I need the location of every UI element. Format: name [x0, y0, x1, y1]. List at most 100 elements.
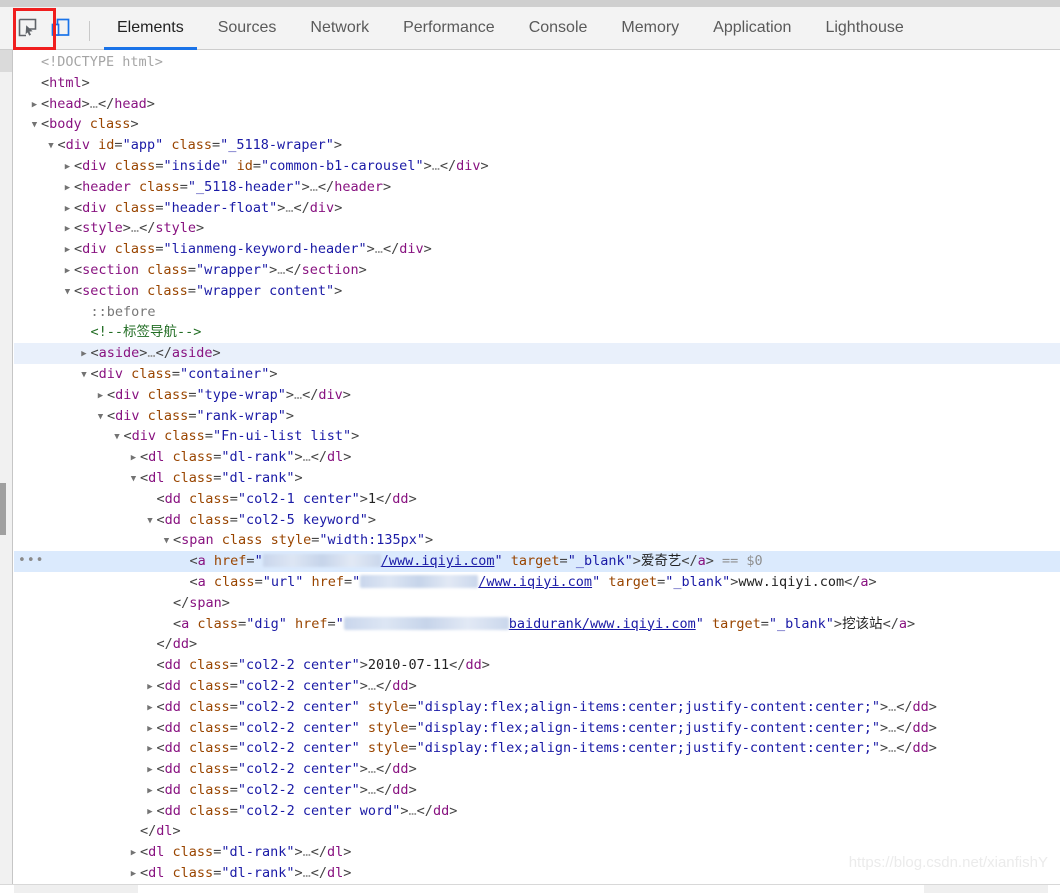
dom-token-punct: < — [189, 553, 198, 570]
expand-triangle-icon[interactable]: ▶ — [127, 864, 140, 884]
collapse-triangle-icon[interactable]: ▼ — [28, 115, 41, 136]
expand-triangle-icon[interactable]: ▶ — [61, 178, 74, 199]
tab-lighthouse[interactable]: Lighthouse — [808, 6, 920, 50]
tab-elements[interactable]: Elements — [100, 6, 201, 50]
expand-triangle-icon[interactable]: ▶ — [61, 240, 74, 261]
dom-node-row[interactable]: ▼ <dl class="dl-rank"> — [14, 468, 1060, 489]
collapse-triangle-icon[interactable]: ▼ — [160, 531, 173, 552]
dom-node-row[interactable]: ▼ <span class style="width:135px"> — [14, 530, 1060, 551]
dom-node-row[interactable]: ▶ <head>…</head> — [14, 94, 1060, 115]
dom-node-row[interactable]: ▶ <dd class="col2-2 center" style="displa… — [14, 738, 1060, 759]
expand-triangle-icon[interactable]: ▶ — [127, 843, 140, 864]
expand-triangle-icon[interactable]: ▶ — [144, 677, 157, 698]
dom-node-row[interactable]: ▶ <div class="lianmeng-keyword-header">…<… — [14, 239, 1060, 260]
dom-node-row[interactable]: ▼ <div class="Fn-ui-list list"> — [14, 426, 1060, 447]
dom-node-row[interactable]: ▼ <section class="wrapper content"> — [14, 281, 1060, 302]
expand-triangle-icon[interactable]: ▶ — [144, 760, 157, 781]
expand-triangle-icon[interactable]: ▶ — [61, 261, 74, 282]
expand-triangle-icon[interactable]: ▶ — [28, 95, 41, 116]
dom-node-row[interactable]: ▶ <dd class="col2-2 center word">…</dd> — [14, 801, 1060, 822]
dom-token-punct: > — [868, 573, 877, 590]
expand-triangle-icon[interactable]: ▶ — [144, 739, 157, 760]
expand-triangle-icon[interactable]: ▶ — [144, 719, 157, 740]
dom-node-row[interactable]: ▶<!DOCTYPE html> — [14, 52, 1060, 73]
dom-node-row[interactable]: •••▶<a href="/www.iqiyi.com" target="_bl… — [14, 551, 1060, 572]
dom-token-tag: dd — [164, 761, 181, 778]
dom-node-row[interactable]: ▶ <div class="header-float">…</div> — [14, 198, 1060, 219]
expand-triangle-icon[interactable]: ▶ — [94, 386, 107, 407]
expand-triangle-icon[interactable]: ▶ — [61, 199, 74, 220]
dom-node-row[interactable]: ▶ <dl class="dl-rank">…</dl> — [14, 863, 1060, 884]
horizontal-scrollbar-thumb[interactable] — [14, 885, 138, 893]
expand-triangle-icon[interactable]: ▶ — [61, 219, 74, 240]
dom-node-row[interactable]: ▶ <dd class="col2-2 center">…</dd> — [14, 759, 1060, 780]
dom-node-row[interactable]: ▶ <dd class="col2-2 center" style="displa… — [14, 718, 1060, 739]
collapse-triangle-icon[interactable]: ▼ — [127, 469, 140, 490]
dom-token-punct: </ — [449, 657, 466, 674]
dom-node-row[interactable]: ▶<dd class="col2-1 center">1</dd> — [14, 489, 1060, 510]
dom-node-row[interactable]: ▼ <dd class="col2-5 keyword"> — [14, 510, 1060, 531]
dom-node-row[interactable]: ▼ <div class="rank-wrap"> — [14, 406, 1060, 427]
dom-node-row[interactable]: ▶ <dd class="col2-2 center" style="displa… — [14, 697, 1060, 718]
collapse-triangle-icon[interactable]: ▼ — [94, 407, 107, 428]
expand-triangle-icon[interactable]: ▶ — [78, 344, 91, 365]
device-toolbar-button[interactable] — [46, 14, 75, 41]
expand-triangle-icon[interactable]: ▶ — [144, 802, 157, 823]
dom-node-row[interactable]: ▶ <dd class="col2-2 center">…</dd> — [14, 676, 1060, 697]
dom-node-row[interactable]: ▶ <div class="type-wrap">…</div> — [14, 385, 1060, 406]
tab-network[interactable]: Network — [293, 6, 386, 50]
collapse-triangle-icon[interactable]: ▼ — [111, 427, 124, 448]
dom-token-punct: > — [189, 636, 198, 653]
dom-token-val: "Fn-ui-list list" — [212, 428, 352, 445]
dom-token-urlv[interactable]: /www.iqiyi.com — [478, 574, 592, 590]
dom-token-val: "col2-2 center word" — [237, 802, 401, 819]
dom-node-row[interactable]: ▶ <div class="inside" id="common-b1-carou… — [14, 156, 1060, 177]
dom-node-row[interactable]: ▶::before — [14, 302, 1060, 323]
dom-node-row[interactable]: ▶<dd class="col2-2 center">2010-07-11</d… — [14, 655, 1060, 676]
dom-node-row[interactable]: ▶</dd> — [14, 634, 1060, 655]
dom-node-row[interactable]: ▶</dl> — [14, 821, 1060, 842]
dom-node-row[interactable]: ▼ <body class> — [14, 114, 1060, 135]
collapse-triangle-icon[interactable]: ▼ — [45, 136, 58, 157]
dom-node-row[interactable]: ▶ <dd class="col2-2 center">…</dd> — [14, 780, 1060, 801]
vertical-scrollbar-thumb[interactable] — [0, 483, 6, 535]
dom-token-punct: = — [229, 781, 238, 798]
node-overflow-badge[interactable]: ••• — [18, 554, 44, 567]
inspect-element-icon — [18, 18, 37, 37]
dom-token-punct: > — [408, 761, 417, 778]
dom-node-row[interactable]: ▶ <header class="_5118-header">…</header> — [14, 177, 1060, 198]
expand-triangle-icon[interactable]: ▶ — [144, 781, 157, 802]
collapse-triangle-icon[interactable]: ▼ — [78, 365, 91, 386]
inspect-element-button[interactable] — [13, 14, 42, 41]
dom-token-tag: dd — [164, 511, 181, 528]
dom-token-tag: div — [98, 365, 124, 382]
dom-node-row[interactable]: ▶<html> — [14, 73, 1060, 94]
elements-dom-tree[interactable]: ▶<!DOCTYPE html>▶<html>▶<head>…</head>▼<… — [14, 50, 1060, 884]
dom-node-row[interactable]: ▼ <div class="container"> — [14, 364, 1060, 385]
collapse-triangle-icon[interactable]: ▼ — [144, 511, 157, 532]
dom-node-row[interactable]: ▶ <aside>…</aside> — [14, 343, 1060, 364]
horizontal-scrollbar-thumb-right[interactable] — [924, 885, 1048, 893]
tab-sources[interactable]: Sources — [201, 6, 294, 50]
dom-node-row[interactable]: ▶<!--标签导航--> — [14, 322, 1060, 343]
dom-node-row[interactable]: ▶</span> — [14, 593, 1060, 614]
dom-node-row[interactable]: ▶ <style>…</style> — [14, 218, 1060, 239]
dom-node-row[interactable]: ▶<a class="url" href="/www.iqiyi.com" ta… — [14, 572, 1060, 593]
dom-node-row[interactable]: ▶ <dl class="dl-rank">…</dl> — [14, 842, 1060, 863]
tab-application[interactable]: Application — [696, 6, 808, 50]
dom-token-urlv[interactable]: baidurank/www.iqiyi.com — [509, 616, 696, 632]
expand-triangle-icon[interactable]: ▶ — [144, 698, 157, 719]
tab-memory[interactable]: Memory — [604, 6, 696, 50]
dom-node-row[interactable]: ▼ <div id="app" class="_5118-wraper"> — [14, 135, 1060, 156]
dom-token-val: "display:flex;align-items:center;justify… — [416, 719, 880, 736]
dom-token-ellip: … — [888, 698, 897, 715]
dom-node-row[interactable]: ▶ <section class="wrapper">…</section> — [14, 260, 1060, 281]
dom-node-row[interactable]: ▶ <dl class="dl-rank">…</dl> — [14, 447, 1060, 468]
dom-token-urlv[interactable]: /www.iqiyi.com — [381, 553, 495, 569]
dom-node-row[interactable]: ▶<a class="dig" href="baidurank/www.iqiy… — [14, 614, 1060, 635]
tab-performance[interactable]: Performance — [386, 6, 512, 50]
collapse-triangle-icon[interactable]: ▼ — [61, 282, 74, 303]
expand-triangle-icon[interactable]: ▶ — [127, 448, 140, 469]
tab-console[interactable]: Console — [512, 6, 605, 50]
expand-triangle-icon[interactable]: ▶ — [61, 157, 74, 178]
